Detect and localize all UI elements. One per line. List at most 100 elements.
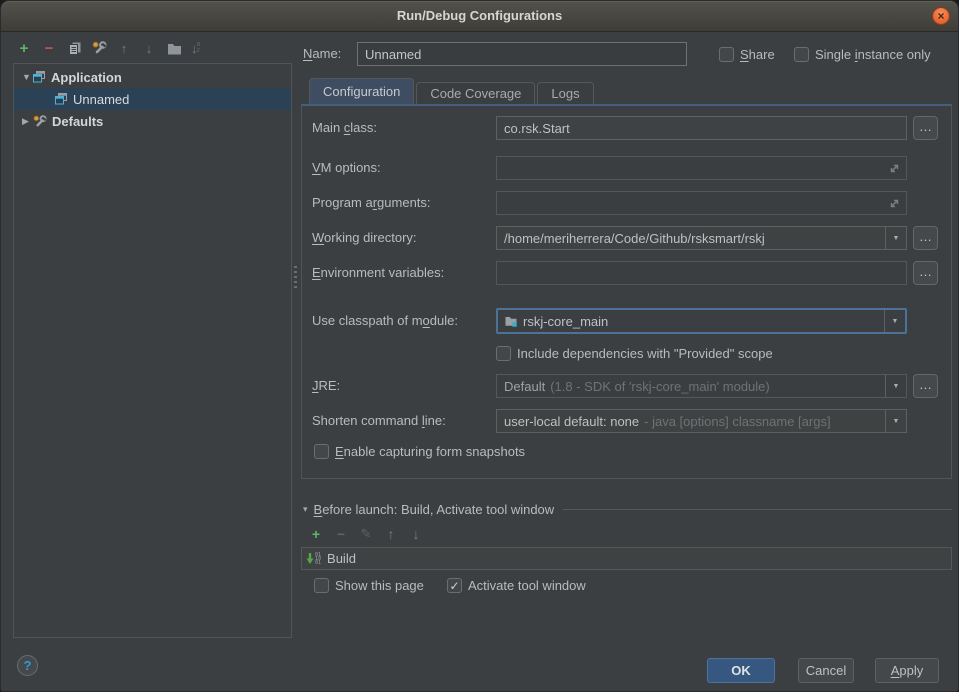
remove-configuration-icon[interactable]: − xyxy=(41,40,57,56)
configuration-panel: Main class: co.rsk.Start … VM options: xyxy=(301,104,952,479)
form-snapshots-label: Enable capturing form snapshots xyxy=(335,444,525,459)
tree-item-defaults[interactable]: ▶ Defaults xyxy=(14,110,291,132)
tree-item-application[interactable]: ▼ Application xyxy=(14,66,291,88)
tab-bar: Configuration Code Coverage Logs xyxy=(309,78,594,104)
application-icon xyxy=(32,70,46,84)
activate-tool-window-label: Activate tool window xyxy=(468,578,586,593)
application-icon xyxy=(54,92,68,106)
window-title: Run/Debug Configurations xyxy=(1,1,958,31)
edit-defaults-icon[interactable] xyxy=(91,40,107,56)
name-input[interactable] xyxy=(357,42,687,66)
before-launch-title: Before launch: Build, Activate tool wind… xyxy=(314,502,555,517)
add-task-icon[interactable]: + xyxy=(309,527,323,541)
tab-code-coverage[interactable]: Code Coverage xyxy=(416,82,535,104)
working-directory-row: Working directory: /home/meriherrera/Cod… xyxy=(302,226,951,250)
help-icon: ? xyxy=(24,658,32,673)
single-instance-label: Single instance only xyxy=(815,47,931,62)
configurations-tree: ▼ Application Unnamed xyxy=(13,63,292,638)
before-launch-toolbar: + − ✎ ↑ ↓ xyxy=(309,527,423,541)
expand-field-icon[interactable] xyxy=(888,197,901,210)
working-directory-combo[interactable]: /home/meriherrera/Code/Github/rsksmart/r… xyxy=(496,226,907,250)
add-configuration-icon[interactable]: + xyxy=(16,40,32,56)
show-this-page-checkbox[interactable] xyxy=(314,578,329,593)
move-up-icon[interactable]: ↑ xyxy=(116,40,132,56)
dropdown-button[interactable]: ▼ xyxy=(885,227,906,249)
share-checkbox[interactable] xyxy=(719,47,734,62)
environment-variables-label: Environment variables: xyxy=(312,265,444,280)
sort-configurations-icon[interactable]: ↓ a z xyxy=(191,41,200,56)
program-arguments-field[interactable] xyxy=(496,191,907,215)
dropdown-button[interactable]: ▼ xyxy=(885,375,906,397)
expand-toggle-icon[interactable]: ▼ xyxy=(22,72,32,82)
name-label: Name: xyxy=(303,46,341,61)
before-launch-task-list: Build xyxy=(301,547,952,570)
main-class-label: Main class: xyxy=(312,120,377,135)
jre-note: (1.8 - SDK of 'rskj-core_main' module) xyxy=(550,379,770,394)
program-arguments-label: Program arguments: xyxy=(312,195,431,210)
classpath-module-row: Use classpath of module: rskj-core_main … xyxy=(302,308,951,334)
form-snapshots-row: Enable capturing form snapshots xyxy=(314,444,525,459)
collapse-section-icon[interactable]: ▾ xyxy=(303,504,308,515)
environment-variables-row: Environment variables: … xyxy=(302,261,951,285)
splitter-handle[interactable] xyxy=(292,63,299,638)
check-icon: ✓ xyxy=(449,580,459,592)
environment-variables-browse-button[interactable]: … xyxy=(913,261,938,285)
close-button[interactable]: × xyxy=(932,7,950,25)
tree-item-label: Application xyxy=(51,70,122,85)
vm-options-row: VM options: xyxy=(302,156,951,180)
help-button[interactable]: ? xyxy=(17,655,38,676)
close-icon: × xyxy=(937,10,944,22)
tab-configuration[interactable]: Configuration xyxy=(309,78,414,104)
apply-button[interactable]: Apply xyxy=(875,658,939,683)
working-directory-value: /home/meriherrera/Code/Github/rsksmart/r… xyxy=(504,231,765,246)
classpath-module-label: Use classpath of module: xyxy=(312,313,458,328)
before-launch-header: ▾ Before launch: Build, Activate tool wi… xyxy=(303,502,952,517)
tree-item-label: Defaults xyxy=(52,114,103,129)
include-provided-checkbox[interactable] xyxy=(496,346,511,361)
show-this-page-row: Show this page xyxy=(314,578,424,593)
dropdown-button[interactable]: ▼ xyxy=(884,310,905,332)
classpath-module-combo[interactable]: rskj-core_main ▼ xyxy=(496,308,907,334)
remove-task-icon[interactable]: − xyxy=(334,527,348,541)
shorten-command-line-combo[interactable]: user-local default: none - java [options… xyxy=(496,409,907,433)
main-class-row: Main class: co.rsk.Start … xyxy=(302,116,951,140)
move-down-icon[interactable]: ↓ xyxy=(141,40,157,56)
module-icon xyxy=(504,314,518,328)
dropdown-icon: ▼ xyxy=(893,418,900,425)
expand-field-icon[interactable] xyxy=(888,162,901,175)
activate-tool-window-checkbox[interactable]: ✓ xyxy=(447,578,462,593)
show-this-page-label: Show this page xyxy=(335,578,424,593)
expand-toggle-icon[interactable]: ▶ xyxy=(22,116,32,127)
jre-row: JRE: Default (1.8 - SDK of 'rskj-core_ma… xyxy=(302,374,951,398)
move-task-down-icon[interactable]: ↓ xyxy=(409,527,423,541)
vm-options-label: VM options: xyxy=(312,160,381,175)
title-bar[interactable]: Run/Debug Configurations × xyxy=(1,1,958,32)
compile-icon xyxy=(306,552,321,566)
working-directory-label: Working directory: xyxy=(312,230,417,245)
form-snapshots-checkbox[interactable] xyxy=(314,444,329,459)
new-folder-icon[interactable] xyxy=(166,40,182,56)
single-instance-checkbox[interactable] xyxy=(794,47,809,62)
copy-configuration-icon[interactable] xyxy=(66,40,82,56)
jre-combo[interactable]: Default (1.8 - SDK of 'rskj-core_main' m… xyxy=(496,374,907,398)
task-item-build[interactable]: Build xyxy=(302,548,951,569)
cancel-button[interactable]: Cancel xyxy=(798,658,854,683)
dropdown-button[interactable]: ▼ xyxy=(885,410,906,432)
classpath-module-value: rskj-core_main xyxy=(523,314,608,329)
shorten-command-line-note: - java [options] classname [args] xyxy=(644,414,830,429)
program-arguments-row: Program arguments: xyxy=(302,191,951,215)
run-debug-configurations-dialog: Run/Debug Configurations × + − ↑ xyxy=(0,0,959,692)
move-task-up-icon[interactable]: ↑ xyxy=(384,527,398,541)
main-class-browse-button[interactable]: … xyxy=(913,116,938,140)
jre-browse-button[interactable]: … xyxy=(913,374,938,398)
working-directory-browse-button[interactable]: … xyxy=(913,226,938,250)
jre-value: Default xyxy=(504,379,545,394)
tree-item-unnamed[interactable]: Unnamed xyxy=(14,88,291,110)
main-class-field[interactable]: co.rsk.Start xyxy=(496,116,907,140)
environment-variables-field[interactable] xyxy=(496,261,907,285)
vm-options-field[interactable] xyxy=(496,156,907,180)
dropdown-icon: ▼ xyxy=(893,383,900,390)
edit-task-icon[interactable]: ✎ xyxy=(359,527,373,541)
ok-button[interactable]: OK xyxy=(707,658,775,683)
tab-logs[interactable]: Logs xyxy=(537,82,593,104)
